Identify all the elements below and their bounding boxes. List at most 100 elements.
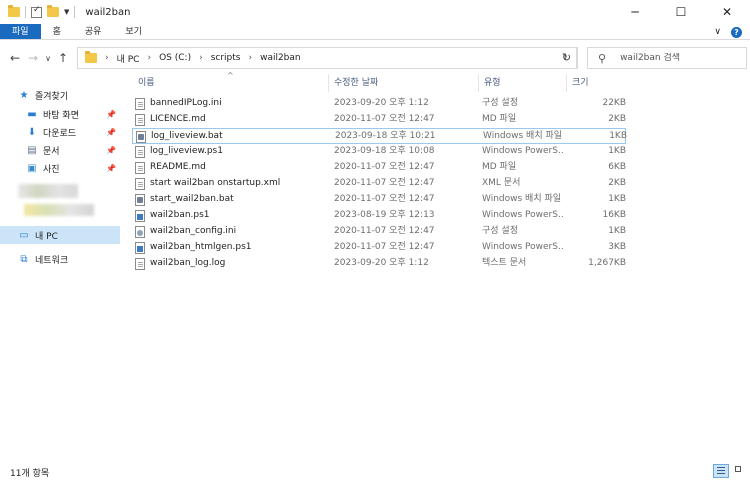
- file-type: Windows 배치 파일: [482, 194, 562, 204]
- customize-toolbar-chevron-icon[interactable]: ▼: [64, 8, 69, 16]
- sidebar-item-label: 내 PC: [35, 231, 58, 242]
- navigation-bar: ← → ∨ ↑ › 내 PC › OS (C:) › scripts › wai…: [0, 41, 750, 75]
- minimize-button[interactable]: ─: [612, 0, 658, 24]
- sidebar-item-label: 문서: [43, 146, 60, 157]
- tab-home[interactable]: 홈: [41, 24, 73, 39]
- column-header-date[interactable]: 수정한 날짜: [330, 74, 478, 92]
- document-icon: [135, 98, 145, 110]
- tab-share[interactable]: 공유: [73, 24, 114, 39]
- close-button[interactable]: ✕: [704, 0, 750, 24]
- navigation-pane: ★ 즐겨찾기 ▬ 바탕 화면 📌 ⬇ 다운로드 📌 ▤ 문서 📌 ▣ 사진 📌 …: [0, 78, 120, 458]
- file-size: 1KB: [608, 146, 626, 156]
- sidebar-item-documents[interactable]: ▤ 문서 📌: [0, 141, 120, 159]
- file-type: MD 파일: [482, 114, 517, 124]
- config-file-icon: [135, 226, 145, 238]
- table-row[interactable]: wail2ban.ps1 2023-08-19 오후 12:13 Windows P…: [132, 208, 626, 224]
- large-icons-view-icon[interactable]: [733, 464, 747, 478]
- breadcrumb-drive[interactable]: OS (C:): [159, 53, 191, 63]
- address-bar[interactable]: › 내 PC › OS (C:) › scripts › wail2ban ∨: [77, 47, 577, 69]
- file-name: log_liveview.ps1: [150, 146, 223, 156]
- document-icon: ▤: [27, 144, 37, 156]
- computer-icon: ▭: [19, 229, 29, 241]
- folder-icon: [8, 5, 20, 17]
- maximize-button[interactable]: ☐: [658, 0, 704, 24]
- chevron-right-icon: ›: [248, 53, 253, 63]
- details-view-icon[interactable]: [713, 464, 729, 478]
- search-icon: ⚲: [598, 51, 607, 65]
- file-name: wail2ban_log.log: [150, 258, 226, 268]
- column-divider[interactable]: [566, 74, 567, 92]
- column-divider[interactable]: [328, 74, 329, 92]
- item-count: 11개 항목: [10, 469, 50, 479]
- sidebar-item-downloads[interactable]: ⬇ 다운로드 📌: [0, 123, 120, 141]
- table-row[interactable]: wail2ban_config.ini 2020-11-07 오전 12:47 구성…: [132, 224, 626, 240]
- table-row[interactable]: README.md 2020-11-07 오전 12:47 MD 파일 6KB: [132, 160, 626, 176]
- table-row[interactable]: log_liveview.ps1 2023-09-18 오후 10:08 Windo…: [132, 144, 626, 160]
- table-row[interactable]: wail2ban_log.log 2023-09-20 오후 1:12 텍스트 문서…: [132, 256, 626, 272]
- powershell-file-icon: [135, 242, 145, 254]
- sidebar-item-label: 네트워크: [35, 255, 69, 266]
- file-size: 1KB: [608, 194, 626, 204]
- sidebar-item-label: 사진: [43, 164, 60, 175]
- sidebar-item-this-pc[interactable]: ▭ 내 PC: [0, 226, 120, 244]
- back-button[interactable]: ←: [6, 51, 24, 65]
- table-row[interactable]: bannedIPLog.ini 2023-09-20 오후 1:12 구성 설정 22…: [132, 96, 626, 112]
- file-size: 3KB: [608, 242, 626, 252]
- column-divider[interactable]: [478, 74, 479, 92]
- table-row[interactable]: wail2ban_htmlgen.ps1 2020-11-07 오전 12:47 W…: [132, 240, 626, 256]
- sidebar-item-pictures[interactable]: ▣ 사진 📌: [0, 159, 120, 177]
- recent-locations-chevron-icon[interactable]: ∨: [42, 54, 54, 63]
- title-bar: ▼ wail2ban ─ ☐ ✕: [0, 0, 750, 24]
- refresh-button[interactable]: ↻: [556, 47, 578, 69]
- document-icon: [135, 114, 145, 126]
- file-type: XML 문서: [482, 178, 521, 188]
- sidebar-item-quick-access[interactable]: ★ 즐겨찾기: [0, 86, 120, 104]
- document-icon: [135, 162, 145, 174]
- chevron-right-icon: ›: [147, 53, 152, 63]
- file-name: wail2ban_config.ini: [150, 226, 237, 236]
- tab-file[interactable]: 파일: [0, 24, 41, 39]
- table-row[interactable]: start wail2ban onstartup.xml 2020-11-07 오…: [132, 176, 626, 192]
- powershell-file-icon: [135, 210, 145, 222]
- new-folder-icon[interactable]: [47, 5, 59, 17]
- up-button[interactable]: ↑: [54, 51, 72, 65]
- file-size: 22KB: [602, 98, 626, 108]
- search-input[interactable]: [620, 53, 741, 63]
- star-icon: ★: [19, 89, 29, 101]
- breadcrumb-this-pc[interactable]: 내 PC: [117, 52, 140, 65]
- file-size: 1,267KB: [588, 258, 626, 268]
- file-type: Windows PowerS...: [482, 146, 564, 156]
- table-row[interactable]: log_liveview.bat 2023-09-18 오후 10:21 Windo…: [132, 128, 627, 144]
- sidebar-item-desktop[interactable]: ▬ 바탕 화면 📌: [0, 105, 120, 123]
- file-date: 2020-11-07 오전 12:47: [334, 178, 435, 188]
- file-type: 텍스트 문서: [482, 258, 527, 268]
- forward-button[interactable]: →: [24, 51, 42, 65]
- table-row[interactable]: LICENCE.md 2020-11-07 오전 12:47 MD 파일 2KB: [132, 112, 626, 128]
- file-date: 2020-11-07 오전 12:47: [334, 242, 435, 252]
- tab-view[interactable]: 보기: [113, 24, 154, 39]
- sidebar-item-network[interactable]: ⧉ 네트워크: [0, 250, 120, 268]
- column-header-size[interactable]: 크기: [568, 74, 626, 92]
- file-date: 2020-11-07 오전 12:47: [334, 226, 435, 236]
- file-date: 2023-09-18 오후 10:08: [334, 146, 435, 156]
- chevron-right-icon: ›: [105, 53, 109, 63]
- breadcrumb-scripts[interactable]: scripts: [211, 53, 241, 63]
- pin-icon: 📌: [106, 163, 116, 173]
- column-header-type[interactable]: 유형: [480, 74, 566, 92]
- help-icon[interactable]: ?: [731, 26, 742, 38]
- file-name: start wail2ban onstartup.xml: [150, 178, 281, 188]
- pin-icon: 📌: [106, 127, 116, 137]
- blurred-item: [24, 204, 94, 216]
- table-row[interactable]: start_wail2ban.bat 2020-11-07 오전 12:47 Win…: [132, 192, 626, 208]
- search-box[interactable]: ⚲: [587, 47, 747, 69]
- file-name: bannedIPLog.ini: [150, 98, 222, 108]
- file-size: 2KB: [608, 178, 626, 188]
- sidebar-item-label: 즐겨찾기: [35, 91, 69, 102]
- window-title: wail2ban: [85, 6, 131, 18]
- file-rows: bannedIPLog.ini 2023-09-20 오후 1:12 구성 설정 22…: [126, 96, 627, 276]
- expand-ribbon-chevron-icon[interactable]: ∨: [714, 27, 721, 37]
- breadcrumb-wail2ban[interactable]: wail2ban: [260, 53, 301, 63]
- document-icon: [135, 178, 145, 190]
- properties-icon[interactable]: [31, 5, 42, 18]
- status-bar: 11개 항목: [0, 460, 750, 482]
